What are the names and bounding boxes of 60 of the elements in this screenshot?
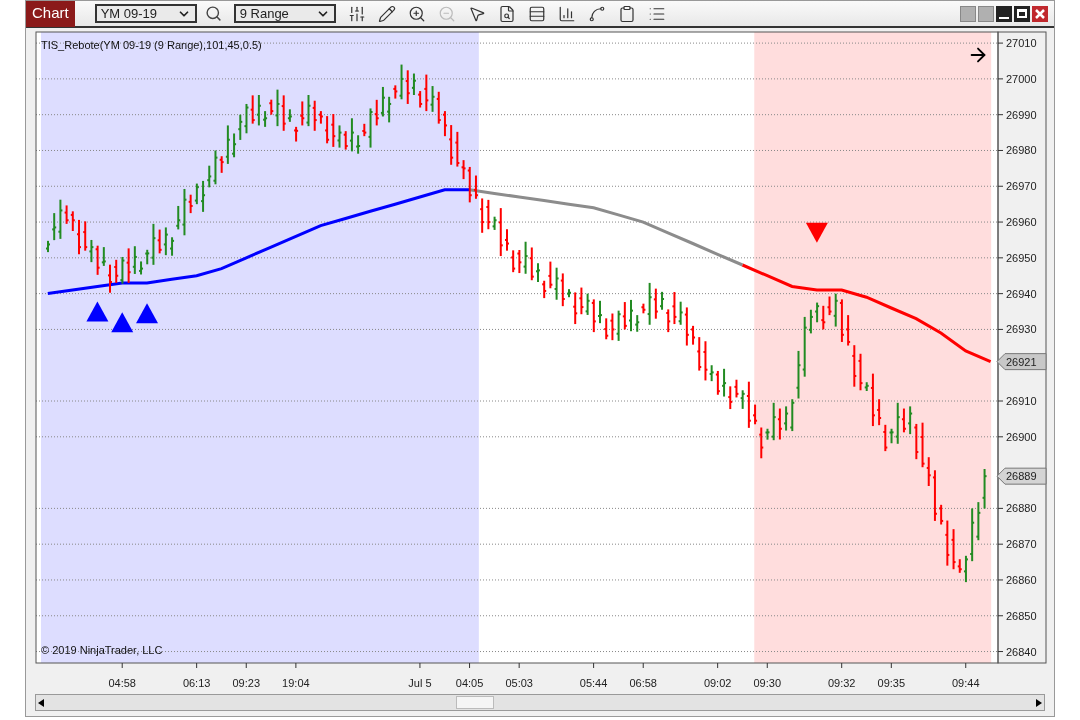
down-triangle [805, 222, 828, 243]
price-axis-label: 27000 [1006, 72, 1037, 85]
price-axis-label: 26900 [1006, 430, 1037, 443]
time-axis-label: 05:03 [505, 677, 533, 689]
up-triangle [86, 301, 109, 322]
pointer-icon[interactable] [467, 4, 486, 23]
time-axis-label: 04:58 [108, 677, 136, 689]
clipboard-icon[interactable] [617, 4, 636, 23]
minimize-button[interactable] [996, 5, 1012, 22]
pencil-icon[interactable] [377, 4, 396, 23]
scroll-right-icon[interactable] [1036, 698, 1042, 707]
line-chart-icon[interactable] [587, 4, 606, 23]
time-axis-label: 09:30 [753, 677, 782, 689]
sliders-icon[interactable] [347, 4, 366, 23]
interval-dropdown[interactable]: 9 Range [233, 4, 336, 23]
price-axis-label: 26870 [1006, 538, 1037, 551]
time-axis-label: 05:44 [579, 677, 608, 689]
window-title: Chart [26, 0, 75, 27]
price-axis-label: 26850 [1006, 609, 1037, 622]
bar-chart-icon[interactable] [557, 4, 576, 23]
close-icon [1035, 8, 1045, 19]
price-axis-label: 26840 [1006, 645, 1037, 658]
price-axis-label: 26950 [1006, 251, 1037, 264]
indicator-label: TIS_Rebote(YM 09-19 (9 Range),101,45,0.5) [41, 39, 262, 51]
time-axis-label: 09:02 [703, 677, 732, 689]
up-triangle [111, 312, 134, 333]
price-axis-label: 27010 [1006, 37, 1037, 50]
instrument-dropdown[interactable]: YM 09-19 [94, 4, 197, 23]
time-axis-label: Jul 5 [408, 677, 432, 689]
price-axis-label: 26910 [1006, 395, 1037, 407]
price-axis-label: 26930 [1006, 323, 1037, 336]
price-axis-label: 26960 [1006, 216, 1037, 229]
time-axis-label: 19:04 [282, 677, 310, 689]
window-button[interactable] [960, 5, 976, 22]
time-axis-label: 09:35 [877, 677, 906, 689]
price-axis-label: 26940 [1006, 287, 1037, 300]
up-triangle [136, 303, 158, 324]
price-marker: 26921 [996, 353, 1047, 371]
price-marker: 26889 [996, 467, 1047, 485]
document-search-icon[interactable] [497, 4, 516, 23]
time-axis-label: 09:32 [827, 677, 856, 689]
scroll-left-icon[interactable] [38, 698, 44, 707]
copyright-text: © 2019 NinjaTrader, LLC [41, 644, 163, 656]
price-axis-label: 26970 [1006, 180, 1037, 193]
price-axis-label: 26880 [1006, 502, 1037, 515]
time-axis-label: 09:44 [952, 677, 980, 689]
price-axis-label: 26980 [1006, 144, 1037, 157]
search-icon[interactable] [204, 5, 222, 22]
scrollbar-thumb[interactable] [456, 696, 494, 709]
close-button[interactable] [1032, 5, 1048, 22]
maximize-button[interactable] [1014, 5, 1030, 22]
zoom-in-icon[interactable] [407, 4, 426, 23]
price-axis-label: 26860 [1006, 573, 1037, 586]
time-axis-label: 06:13 [182, 677, 211, 689]
price-axis-label: 26990 [1006, 108, 1037, 121]
horizontal-scrollbar[interactable] [35, 694, 1045, 711]
time-axis-label: 09:23 [232, 677, 261, 689]
rows-icon[interactable] [527, 4, 546, 23]
time-axis-label: 04:05 [455, 677, 484, 689]
time-axis-label: 06:58 [629, 677, 657, 689]
